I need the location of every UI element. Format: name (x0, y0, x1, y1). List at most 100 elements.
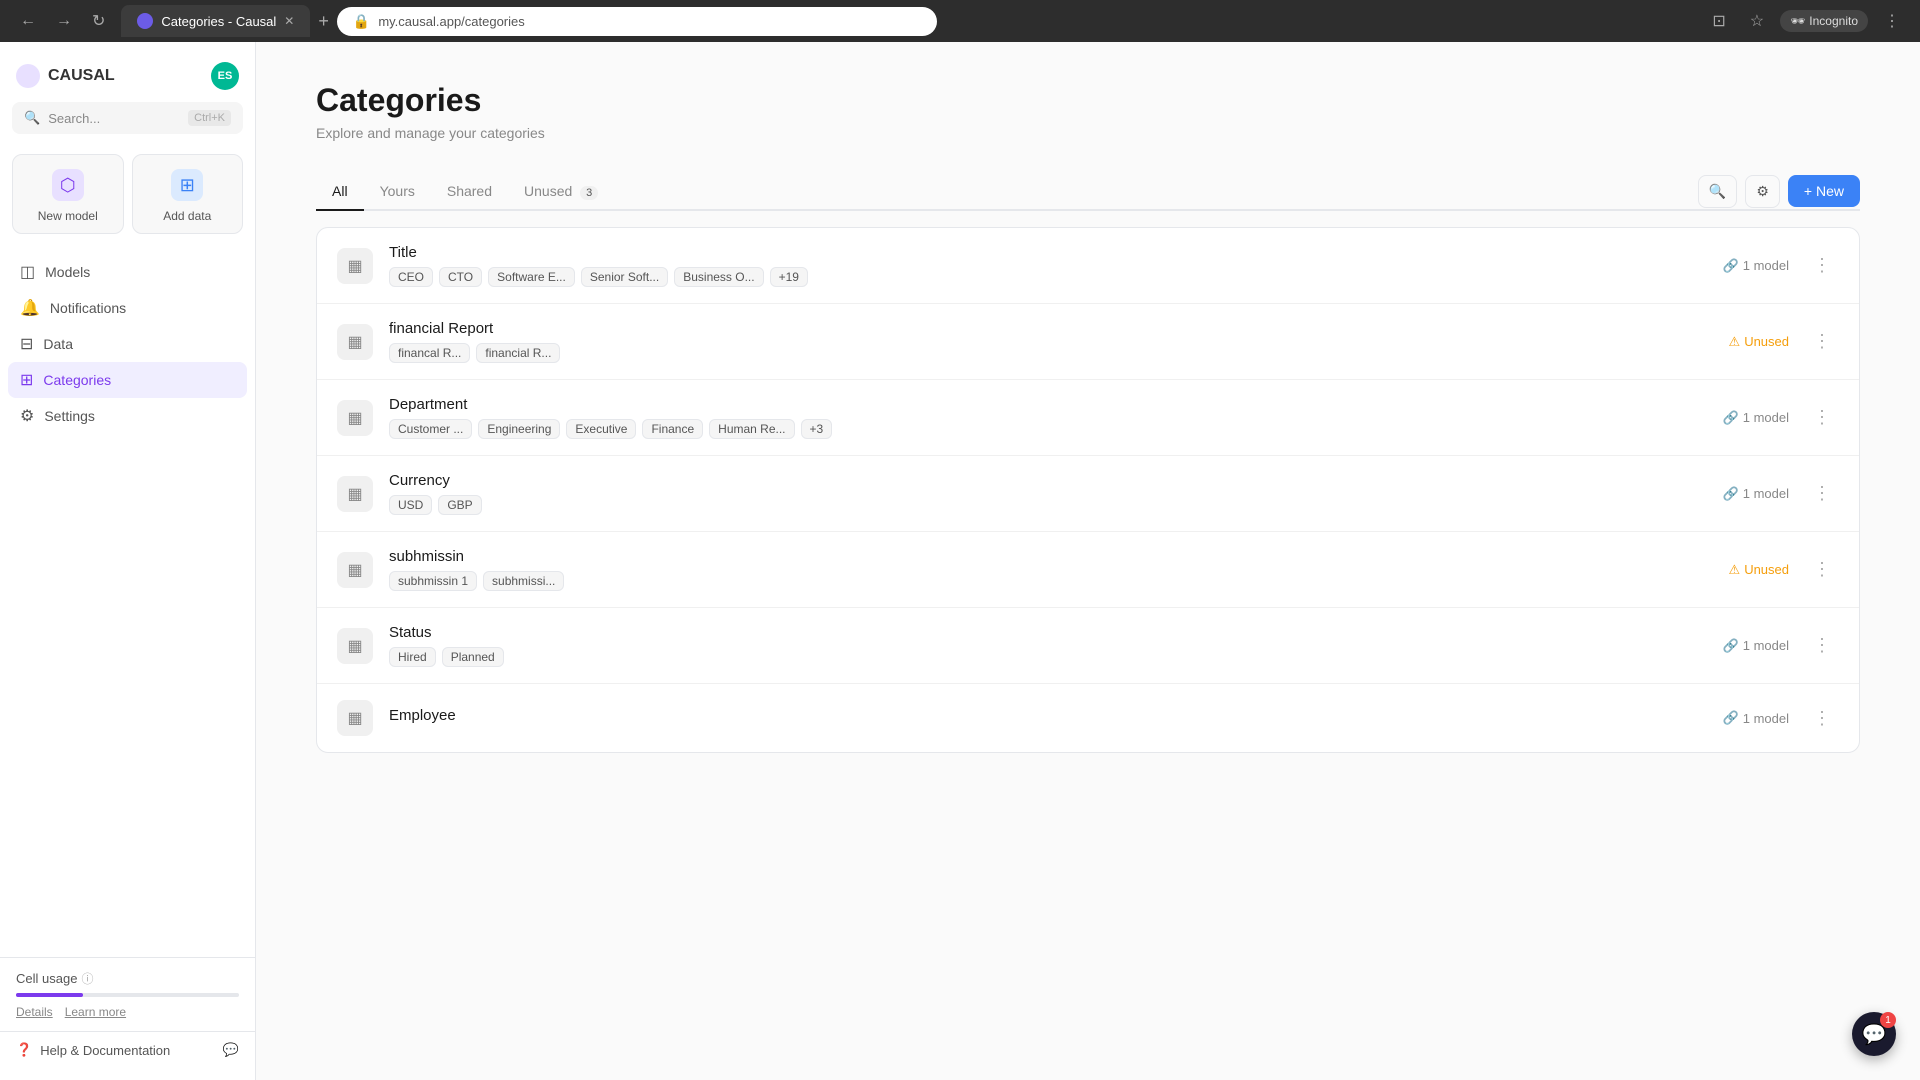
status-label: 1 model (1743, 486, 1789, 501)
logo-icon (16, 64, 40, 88)
category-icon: ▦ (337, 400, 373, 436)
incognito-badge: 🕶 Incognito (1780, 10, 1868, 32)
table-row[interactable]: ▦ Title CEO CTO Software E... Senior Sof… (317, 228, 1859, 304)
model-icon: 🔗 (1723, 258, 1739, 274)
incognito-label: Incognito (1809, 14, 1858, 28)
sidebar-header: CAUSAL ES (0, 54, 255, 102)
menu-button[interactable]: ⋮ (1876, 7, 1908, 35)
page-title: Categories (316, 82, 1860, 119)
tag: financal R... (389, 343, 470, 363)
help-label: Help & Documentation (40, 1043, 170, 1058)
category-info: financial Report financal R... financial… (389, 320, 1713, 363)
screen-cast-button[interactable]: ⊡ (1704, 7, 1733, 35)
more-options-button[interactable]: ⋮ (1805, 631, 1839, 660)
browser-tab[interactable]: Categories - Causal ✕ (121, 5, 310, 37)
more-options-button[interactable]: ⋮ (1805, 704, 1839, 733)
category-icon: ▦ (337, 552, 373, 588)
table-row[interactable]: ▦ subhmissin subhmissin 1 subhmissi... ⚠… (317, 532, 1859, 608)
warning-icon: ⚠ (1729, 562, 1741, 578)
category-list: ▦ Title CEO CTO Software E... Senior Sof… (316, 227, 1860, 753)
more-options-button[interactable]: ⋮ (1805, 403, 1839, 432)
sidebar-item-categories[interactable]: ⊞ Categories (8, 362, 247, 398)
sidebar-item-settings[interactable]: ⚙ Settings (8, 398, 247, 434)
app: CAUSAL ES 🔍 Search... Ctrl+K ⬡ New model… (0, 42, 1920, 1080)
help-icon: ❓ (16, 1042, 32, 1058)
usage-bar (16, 993, 239, 997)
models-icon: ◫ (20, 262, 35, 282)
sidebar-item-models[interactable]: ◫ Models (8, 254, 247, 290)
table-row[interactable]: ▦ Status Hired Planned 🔗 1 model ⋮ (317, 608, 1859, 684)
sidebar-item-data[interactable]: ⊟ Data (8, 326, 247, 362)
tag: Executive (566, 419, 636, 439)
tag: Senior Soft... (581, 267, 668, 287)
table-row[interactable]: ▦ Currency USD GBP 🔗 1 model ⋮ (317, 456, 1859, 532)
details-link[interactable]: Details (16, 1005, 53, 1019)
nav-controls: ← → ↻ (12, 7, 113, 35)
sidebar-footer: Cell usage ⓘ Details Learn more (0, 957, 255, 1031)
cell-usage-text: Cell usage (16, 971, 77, 986)
tab-all[interactable]: All (316, 173, 364, 211)
category-tags: Hired Planned (389, 647, 1707, 667)
filter-button[interactable]: ⚙ (1745, 175, 1780, 208)
page-subtitle: Explore and manage your categories (316, 125, 1860, 141)
tab-favicon (137, 13, 153, 29)
new-category-button[interactable]: + New (1788, 175, 1860, 207)
table-row[interactable]: ▦ Employee 🔗 1 model ⋮ (317, 684, 1859, 752)
browser-chrome: ← → ↻ Categories - Causal ✕ + 🔒 my.causa… (0, 0, 1920, 42)
tab-shared[interactable]: Shared (431, 173, 508, 211)
status-label: 1 model (1743, 258, 1789, 273)
search-button[interactable]: 🔍 (1698, 175, 1737, 208)
notifications-icon: 🔔 (20, 298, 40, 318)
category-status: ⚠ Unused (1729, 562, 1789, 578)
search-icon: 🔍 (24, 110, 40, 126)
more-options-button[interactable]: ⋮ (1805, 479, 1839, 508)
address-bar[interactable]: 🔒 my.causal.app/categories (337, 7, 937, 36)
category-tags: subhmissin 1 subhmissi... (389, 571, 1713, 591)
filter-tabs: All Yours Shared Unused 3 🔍 ⚙ + New (316, 173, 1860, 211)
add-data-button[interactable]: ⊞ Add data (132, 154, 244, 234)
forward-button[interactable]: → (48, 8, 80, 34)
add-data-label: Add data (163, 209, 211, 223)
category-status: ⚠ Unused (1729, 334, 1789, 350)
avatar[interactable]: ES (211, 62, 239, 90)
status-label: 1 model (1743, 410, 1789, 425)
status-label: Unused (1744, 334, 1789, 349)
new-tab-button[interactable]: + (318, 11, 329, 32)
category-status: 🔗 1 model (1723, 410, 1789, 426)
back-button[interactable]: ← (12, 8, 44, 34)
categories-icon: ⊞ (20, 370, 33, 390)
tag: Business O... (674, 267, 763, 287)
help-bar[interactable]: ❓ Help & Documentation 💬 (0, 1031, 255, 1068)
category-icon: ▦ (337, 700, 373, 736)
models-label: Models (45, 264, 90, 280)
learn-more-link[interactable]: Learn more (65, 1005, 126, 1019)
table-row[interactable]: ▦ financial Report financal R... financi… (317, 304, 1859, 380)
search-placeholder: Search... (48, 111, 100, 126)
new-model-button[interactable]: ⬡ New model (12, 154, 124, 234)
tab-unused[interactable]: Unused 3 (508, 173, 614, 211)
quick-actions: ⬡ New model ⊞ Add data (0, 146, 255, 250)
tab-yours[interactable]: Yours (364, 173, 431, 211)
tag: +19 (770, 267, 808, 287)
sidebar-item-notifications[interactable]: 🔔 Notifications (8, 290, 247, 326)
nav-section: ◫ Models 🔔 Notifications ⊟ Data ⊞ Catego… (0, 250, 255, 957)
more-options-button[interactable]: ⋮ (1805, 327, 1839, 356)
category-tags: CEO CTO Software E... Senior Soft... Bus… (389, 267, 1707, 287)
search-bar[interactable]: 🔍 Search... Ctrl+K (12, 102, 243, 134)
tag: financial R... (476, 343, 560, 363)
bookmark-button[interactable]: ☆ (1742, 7, 1772, 35)
category-status: 🔗 1 model (1723, 638, 1789, 654)
category-name: Title (389, 244, 1707, 261)
category-icon: ▦ (337, 324, 373, 360)
tag: Human Re... (709, 419, 794, 439)
refresh-button[interactable]: ↻ (84, 7, 113, 35)
new-button-label: + New (1804, 183, 1844, 199)
add-data-icon: ⊞ (171, 169, 203, 201)
incognito-icon: 🕶 (1790, 14, 1805, 28)
tab-close-button[interactable]: ✕ (284, 14, 294, 28)
table-row[interactable]: ▦ Department Customer ... Engineering Ex… (317, 380, 1859, 456)
chat-widget[interactable]: 💬 1 (1852, 1012, 1896, 1056)
more-options-button[interactable]: ⋮ (1805, 555, 1839, 584)
main-content: Categories Explore and manage your categ… (256, 42, 1920, 1080)
more-options-button[interactable]: ⋮ (1805, 251, 1839, 280)
